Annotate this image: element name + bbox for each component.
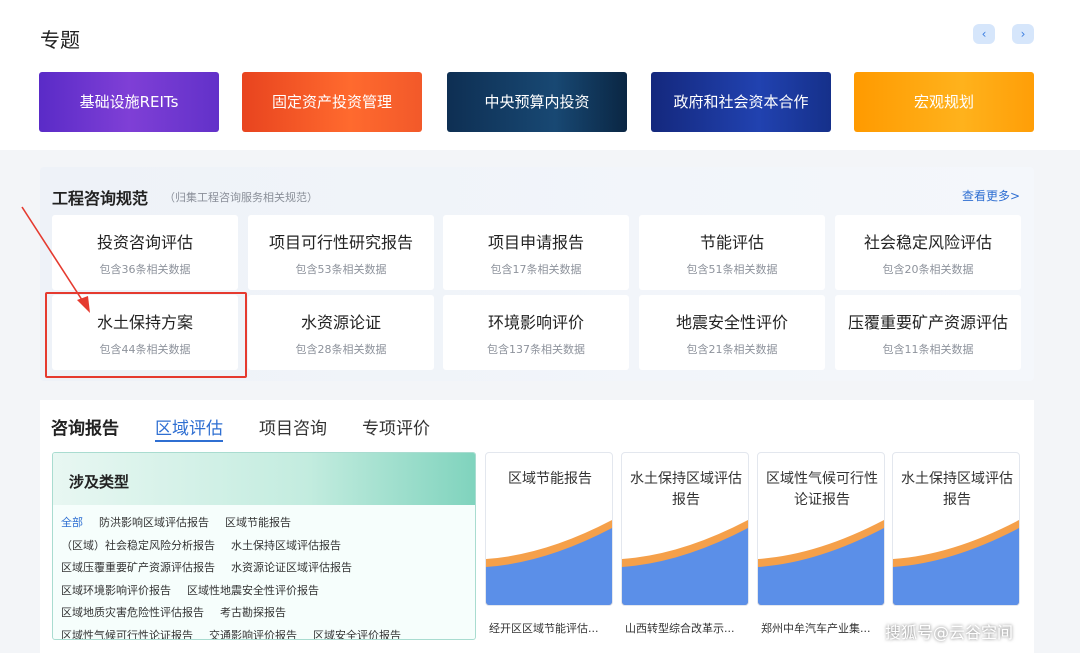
tab-project-consulting[interactable]: 项目咨询: [259, 414, 327, 439]
report-card-title: 区域性气候可行性论证报告: [766, 471, 878, 508]
spec-subtitle: （归集工程咨询服务相关规范）: [164, 191, 318, 204]
spec-card[interactable]: 节能评估 包含51条相关数据: [639, 215, 825, 290]
spec-card[interactable]: 投资咨询评估 包含36条相关数据: [52, 215, 238, 290]
type-tag[interactable]: 区域性气候可行性论证报告: [61, 626, 193, 640]
view-more-link[interactable]: 查看更多>: [962, 187, 1020, 204]
banner-central-budget[interactable]: 中央预算内投资: [447, 72, 627, 132]
type-tag-all[interactable]: 全部: [61, 513, 83, 534]
spec-card-name: 社会稳定风险评估: [863, 233, 992, 252]
spec-card-count: 包含17条相关数据: [490, 263, 582, 276]
report-card-title: 水土保持区域评估报告: [901, 471, 1013, 508]
spec-card[interactable]: 社会稳定风险评估 包含20条相关数据: [835, 215, 1021, 290]
report-cover-wave-icon: [622, 520, 748, 605]
spec-card[interactable]: 压覆重要矿产资源评估 包含11条相关数据: [835, 295, 1021, 370]
spec-card-name: 环境影响评价: [487, 313, 584, 332]
report-card-caption[interactable]: 经开区区域节能评估...: [489, 620, 617, 636]
type-filter-header: 涉及类型: [53, 453, 475, 505]
banner-label: 中央预算内投资: [484, 93, 590, 111]
report-cover-wave-icon: [758, 520, 884, 605]
spec-title: 工程咨询规范: [52, 189, 149, 208]
type-tag[interactable]: 交通影响评价报告: [209, 626, 297, 640]
type-filter-title: 涉及类型: [69, 473, 130, 491]
spec-card[interactable]: 项目可行性研究报告 包含53条相关数据: [248, 215, 434, 290]
report-card[interactable]: 区域节能报告: [485, 452, 613, 606]
topic-banners: 基础设施REITs 固定资产投资管理 中央预算内投资 政府和社会资本合作 宏观规…: [0, 60, 1080, 150]
type-tag[interactable]: （区域）社会稳定风险分析报告: [61, 536, 215, 557]
banner-reits[interactable]: 基础设施REITs: [39, 72, 219, 132]
spec-card-count: 包含28条相关数据: [295, 343, 387, 356]
prev-button[interactable]: ‹: [973, 24, 995, 44]
topic-title: 专题: [40, 28, 80, 52]
banner-label: 宏观规划: [913, 93, 974, 111]
report-card-caption[interactable]: 郑州中牟汽车产业集...: [761, 620, 889, 636]
tab-special-evaluation[interactable]: 专项评价: [362, 414, 430, 439]
type-tag[interactable]: 区域环境影响评价报告: [61, 581, 171, 602]
topic-header: 专题 ‹ ›: [0, 0, 1080, 60]
spec-card-name: 地震安全性评价: [675, 313, 788, 332]
report-card-caption[interactable]: 山西转型综合改革示...: [625, 620, 753, 636]
spec-card-count: 包含21条相关数据: [686, 343, 778, 356]
tab-consulting-report[interactable]: 咨询报告: [51, 414, 119, 439]
type-tag[interactable]: 区域性地震安全性评价报告: [187, 581, 319, 602]
type-tag[interactable]: 防洪影响区域评估报告: [99, 513, 209, 534]
banner-label: 基础设施REITs: [79, 93, 179, 111]
banner-label: 政府和社会资本合作: [673, 93, 809, 111]
highlight-box: [45, 292, 247, 378]
spec-card-name: 节能评估: [699, 233, 764, 252]
spec-card-count: 包含137条相关数据: [487, 343, 585, 356]
spec-card[interactable]: 环境影响评价 包含137条相关数据: [443, 295, 629, 370]
report-card[interactable]: 区域性气候可行性论证报告: [757, 452, 885, 606]
type-tag[interactable]: 水资源论证区域评估报告: [231, 558, 352, 579]
active-tab-indicator: [155, 440, 223, 442]
spec-card[interactable]: 项目申请报告 包含17条相关数据: [443, 215, 629, 290]
type-tag[interactable]: 考古勘探报告: [220, 603, 286, 624]
report-card[interactable]: 水土保持区域评估报告: [892, 452, 1020, 606]
spec-card-name: 项目申请报告: [487, 233, 584, 252]
report-cover-wave-icon: [893, 520, 1019, 605]
spec-card-count: 包含20条相关数据: [882, 263, 974, 276]
type-tag[interactable]: 区域压覆重要矿产资源评估报告: [61, 558, 215, 579]
tab-regional-assessment[interactable]: 区域评估: [155, 414, 223, 439]
spec-card-count: 包含51条相关数据: [686, 263, 778, 276]
report-card[interactable]: 水土保持区域评估报告: [621, 452, 749, 606]
watermark: 搜狐号@云谷空间: [885, 623, 1014, 642]
type-tag[interactable]: 水土保持区域评估报告: [231, 536, 341, 557]
type-tag-list: 全部 防洪影响区域评估报告 区域节能报告 （区域）社会稳定风险分析报告 水土保持区域评…: [61, 511, 471, 640]
banner-label: 固定资产投资管理: [271, 93, 392, 111]
spec-card-count: 包含11条相关数据: [882, 343, 974, 356]
report-panel: 咨询报告 区域评估 项目咨询 专项评价 涉及类型 全部 防洪影响区域评估报告 区域节…: [40, 400, 1034, 653]
spec-card-name: 水资源论证: [300, 313, 381, 332]
next-button[interactable]: ›: [1012, 24, 1034, 44]
spec-card-count: 包含53条相关数据: [295, 263, 387, 276]
report-card-title: 区域节能报告: [508, 471, 592, 487]
report-card-title: 水土保持区域评估报告: [630, 471, 742, 508]
spec-card-name: 压覆重要矿产资源评估: [847, 313, 1008, 332]
report-cover-wave-icon: [486, 520, 612, 605]
spec-card-name: 项目可行性研究报告: [268, 233, 413, 252]
spec-card[interactable]: 水资源论证 包含28条相关数据: [248, 295, 434, 370]
type-tag[interactable]: 区域安全评价报告: [313, 626, 401, 640]
spec-card-count: 包含36条相关数据: [99, 263, 191, 276]
banner-macro-planning[interactable]: 宏观规划: [854, 72, 1034, 132]
type-tag[interactable]: 区域节能报告: [225, 513, 291, 534]
banner-ppp[interactable]: 政府和社会资本合作: [651, 72, 831, 132]
spec-card-name: 投资咨询评估: [96, 233, 193, 252]
type-filter-box: 涉及类型 全部 防洪影响区域评估报告 区域节能报告 （区域）社会稳定风险分析报告 水土…: [52, 452, 476, 640]
spec-card[interactable]: 地震安全性评价 包含21条相关数据: [639, 295, 825, 370]
type-tag[interactable]: 区域地质灾害危险性评估报告: [61, 603, 204, 624]
banner-fixed-asset[interactable]: 固定资产投资管理: [242, 72, 422, 132]
